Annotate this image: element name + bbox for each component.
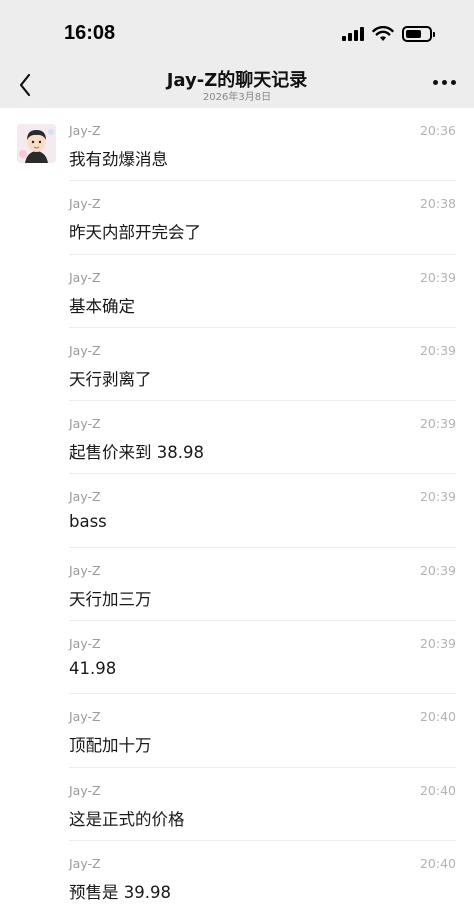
message-time: 20:40 [419,782,456,798]
avatar[interactable] [17,124,56,163]
list-item[interactable]: Jay-Z 20:36 我有劲爆消息 [0,108,474,182]
list-item[interactable]: Jay-Z 20:40 这是正式的价格 [0,768,474,841]
message-text: 天行加三万 [69,589,152,609]
message-time: 20:36 [419,123,456,138]
message-text: 我有劲爆消息 [69,150,168,169]
message-time: 20:39 [419,489,456,505]
list-item[interactable]: Jay-Z 20:39 bass [0,474,474,548]
sender-name: Jay-Z [69,855,101,871]
list-item[interactable]: Jay-Z 20:39 天行剥离了 [0,328,474,402]
page-subtitle-date: 2026年3月8日 [202,92,272,103]
cellular-signal-icon [342,27,364,41]
message-time: 20:40 [419,709,456,725]
sender-name: Jay-Z [69,342,101,358]
top-bar: 16:08 Jay-Z的聊天记录 2026年3月8日 [0,0,474,108]
message-time: 20:39 [419,416,456,432]
sender-name: Jay-Z [69,562,101,578]
sender-name: Jay-Z [69,416,101,432]
message-text: 基本确定 [69,296,135,316]
message-time: 20:39 [419,562,456,578]
message-time: 20:40 [419,855,456,871]
sender-name: Jay-Z [69,269,101,285]
sender-name: Jay-Z [69,636,101,652]
more-dot-icon [433,80,438,85]
list-item[interactable]: Jay-Z 20:39 41.98 [0,621,474,695]
sender-name: Jay-Z [69,123,101,138]
more-options-button[interactable] [433,80,456,85]
list-item[interactable]: Jay-Z 20:40 预售是 39.98 [0,841,474,914]
avatar-cartoon-icon [17,124,56,163]
sender-name: Jay-Z [69,782,101,798]
wifi-icon [372,26,394,41]
chat-record-list[interactable]: Jay-Z 20:36 我有劲爆消息 Jay-Z 20:38 昨天内部开完会了 … [0,108,474,914]
status-time: 16:08 [64,22,116,44]
message-text: 这是正式的价格 [69,809,185,829]
message-text: 昨天内部开完会了 [69,223,201,243]
list-item[interactable]: Jay-Z 20:40 顶配加十万 [0,694,474,768]
message-time: 20:38 [419,196,456,212]
message-text: 41.98 [69,659,117,679]
message-time: 20:39 [419,342,456,358]
message-text: 起售价来到 38.98 [69,443,204,463]
message-time: 20:39 [419,636,456,652]
more-dot-icon [451,80,456,85]
battery-icon [402,26,435,42]
message-text: 顶配加十万 [69,736,152,756]
message-text: 天行剥离了 [69,369,152,389]
list-item[interactable]: Jay-Z 20:39 基本确定 [0,255,474,328]
sender-name: Jay-Z [69,196,101,212]
more-dot-icon [442,80,447,85]
sender-name: Jay-Z [69,489,101,505]
list-item[interactable]: Jay-Z 20:39 天行加三万 [0,548,474,622]
status-icons [342,24,435,44]
message-text: bass [69,512,107,532]
sender-name: Jay-Z [69,709,101,725]
list-item[interactable]: Jay-Z 20:39 起售价来到 38.98 [0,401,474,475]
list-item[interactable]: Jay-Z 20:38 昨天内部开完会了 [0,181,474,255]
message-time: 20:39 [419,269,456,285]
message-text: 预售是 39.98 [69,882,171,902]
